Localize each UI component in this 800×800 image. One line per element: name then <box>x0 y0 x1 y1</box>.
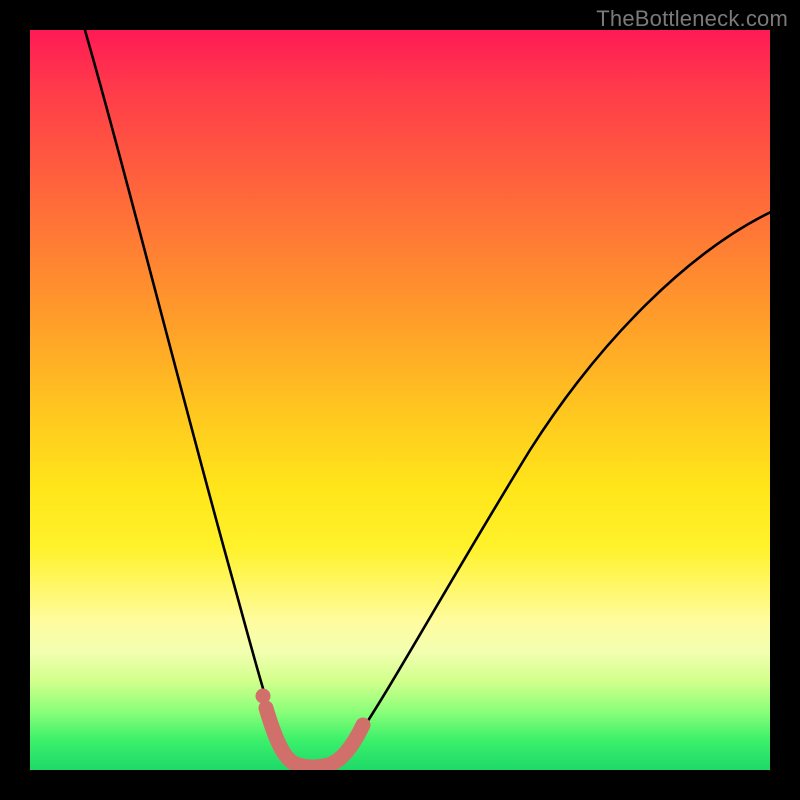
watermark-text: TheBottleneck.com <box>596 6 788 32</box>
optimal-range-dot <box>256 689 271 704</box>
curve-svg <box>30 30 770 770</box>
chart-frame: TheBottleneck.com <box>0 0 800 800</box>
optimal-range-highlight <box>266 708 363 767</box>
plot-area <box>30 30 770 770</box>
bottleneck-curve <box>82 30 770 765</box>
